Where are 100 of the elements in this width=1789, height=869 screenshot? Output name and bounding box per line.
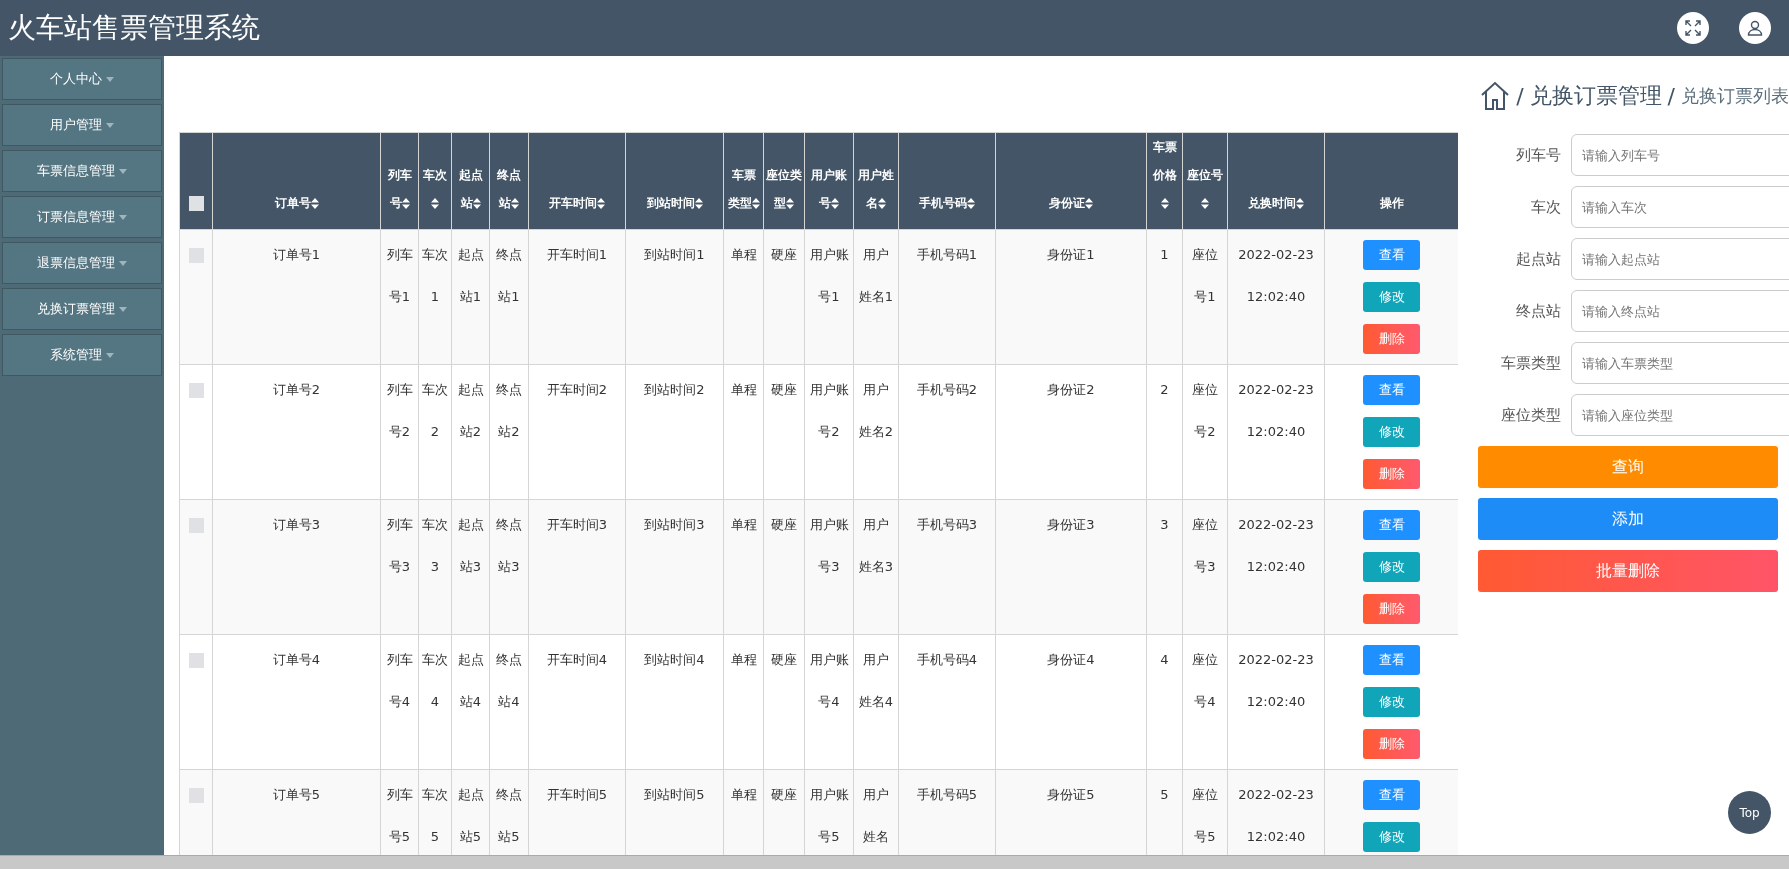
user-button[interactable] bbox=[1739, 12, 1771, 44]
table-cell: 用户姓名2 bbox=[853, 364, 899, 500]
sidebar-item[interactable]: 兑换订票管理 bbox=[2, 288, 162, 330]
table-cell: 订单号1 bbox=[212, 229, 381, 365]
search-field[interactable]: 请输入座位类型 bbox=[1571, 394, 1789, 436]
column-header[interactable]: 用户账号 bbox=[804, 132, 854, 230]
caret-icon bbox=[106, 122, 114, 128]
delete-button[interactable]: 批量删除 bbox=[1478, 550, 1778, 592]
column-header[interactable]: 用户姓名 bbox=[853, 132, 899, 230]
table-cell: 单程 bbox=[723, 364, 764, 500]
search-field[interactable]: 请输入车次 bbox=[1571, 186, 1789, 228]
table-cell: 身份证1 bbox=[995, 229, 1147, 365]
field-label: 车票类型 bbox=[1500, 353, 1561, 373]
column-header[interactable]: 终点站 bbox=[489, 132, 529, 230]
column-header[interactable]: 兑换时间 bbox=[1227, 132, 1325, 230]
table-cell: 身份证4 bbox=[995, 634, 1147, 770]
view-button[interactable]: 查看 bbox=[1363, 375, 1420, 405]
table-cell: 到站时间2 bbox=[625, 364, 724, 500]
sidebar-item[interactable]: 车票信息管理 bbox=[2, 150, 162, 192]
sidebar-item[interactable]: 订票信息管理 bbox=[2, 196, 162, 238]
edit-button[interactable]: 修改 bbox=[1363, 687, 1420, 717]
table-cell: 座位号3 bbox=[1182, 499, 1228, 635]
row-checkbox[interactable] bbox=[188, 518, 204, 533]
sidebar-item[interactable]: 退票信息管理 bbox=[2, 242, 162, 284]
home-icon[interactable] bbox=[1480, 81, 1511, 111]
delete-button[interactable]: 删除 bbox=[1363, 459, 1420, 489]
column-header[interactable]: 身份证 bbox=[995, 132, 1147, 230]
table-cell: 车次4 bbox=[418, 634, 452, 770]
table-cell: 硬座 bbox=[763, 499, 805, 635]
table-cell: 列车号1 bbox=[380, 229, 419, 365]
horizontal-scrollbar[interactable] bbox=[0, 855, 1789, 869]
table-cell: 订单号3 bbox=[212, 499, 381, 635]
table-cell: 单程 bbox=[723, 229, 764, 365]
row-checkbox[interactable] bbox=[188, 653, 204, 668]
view-button[interactable]: 查看 bbox=[1363, 240, 1420, 270]
search-field[interactable]: 请输入车票类型 bbox=[1571, 342, 1789, 384]
select-all-checkbox[interactable] bbox=[188, 196, 204, 211]
column-header[interactable]: 列车号 bbox=[380, 132, 419, 230]
table-cell: 起点站1 bbox=[451, 229, 490, 365]
table-cell: 2022-02-23 12:02:40 bbox=[1227, 364, 1325, 500]
search-field[interactable]: 请输入列车号 bbox=[1571, 134, 1789, 176]
column-header[interactable]: 车票类型 bbox=[723, 132, 764, 230]
column-header[interactable]: 车票价格 bbox=[1146, 132, 1183, 230]
user-icon bbox=[1747, 20, 1763, 36]
search-field[interactable]: 请输入起点站 bbox=[1571, 238, 1789, 280]
sidebar-item[interactable]: 用户管理 bbox=[2, 104, 162, 146]
column-header[interactable]: 座位类型 bbox=[763, 132, 805, 230]
edit-button[interactable]: 修改 bbox=[1363, 822, 1420, 852]
table-cell: 起点站2 bbox=[451, 364, 490, 500]
sort-icon bbox=[967, 198, 975, 209]
row-checkbox[interactable] bbox=[188, 383, 204, 398]
column-header[interactable]: 开车时间 bbox=[528, 132, 626, 230]
field-label: 终点站 bbox=[1515, 301, 1561, 321]
column-header[interactable]: 订单号 bbox=[212, 132, 381, 230]
table-cell: 订单号4 bbox=[212, 634, 381, 770]
column-header[interactable]: 到站时间 bbox=[625, 132, 724, 230]
view-button[interactable]: 查看 bbox=[1363, 510, 1420, 540]
column-header[interactable]: 座位号 bbox=[1182, 132, 1228, 230]
column-header[interactable]: 起点站 bbox=[451, 132, 490, 230]
edit-button[interactable]: 修改 bbox=[1363, 552, 1420, 582]
table-cell: 终点站3 bbox=[489, 499, 529, 635]
row-checkbox[interactable] bbox=[188, 248, 204, 263]
field-label: 起点站 bbox=[1515, 249, 1561, 269]
table-cell: 用户账号2 bbox=[804, 364, 854, 500]
fullscreen-button[interactable] bbox=[1677, 12, 1709, 44]
view-button[interactable]: 查看 bbox=[1363, 780, 1420, 810]
sort-icon bbox=[1296, 198, 1304, 209]
edit-button[interactable]: 修改 bbox=[1363, 282, 1420, 312]
sort-icon bbox=[431, 198, 439, 209]
sort-icon bbox=[831, 198, 839, 209]
table-cell: 车次2 bbox=[418, 364, 452, 500]
sidebar-item[interactable]: 个人中心 bbox=[2, 58, 162, 100]
table-cell: 开车时间4 bbox=[528, 634, 626, 770]
table-cell: 2022-02-23 12:02:40 bbox=[1227, 499, 1325, 635]
add-button[interactable]: 添加 bbox=[1478, 498, 1778, 540]
field-label: 座位类型 bbox=[1500, 405, 1561, 425]
breadcrumb-current: 兑换订票列表 bbox=[1681, 84, 1789, 108]
view-button[interactable]: 查看 bbox=[1363, 645, 1420, 675]
column-header[interactable]: 车次 bbox=[418, 132, 452, 230]
column-header[interactable]: 手机号码 bbox=[898, 132, 996, 230]
back-to-top-button[interactable]: Top bbox=[1728, 791, 1771, 834]
sort-icon bbox=[1201, 198, 1209, 209]
row-checkbox[interactable] bbox=[188, 788, 204, 803]
sidebar-item[interactable]: 系统管理 bbox=[2, 334, 162, 376]
table-cell: 单程 bbox=[723, 634, 764, 770]
breadcrumb-separator: / bbox=[1516, 83, 1524, 109]
edit-button[interactable]: 修改 bbox=[1363, 417, 1420, 447]
search-field[interactable]: 请输入终点站 bbox=[1571, 290, 1789, 332]
breadcrumb-link[interactable]: 兑换订票管理 bbox=[1529, 81, 1662, 111]
table-cell: 身份证3 bbox=[995, 499, 1147, 635]
table-cell: 到站时间4 bbox=[625, 634, 724, 770]
table-cell: 座位号1 bbox=[1182, 229, 1228, 365]
column-header: 操作 bbox=[1324, 132, 1458, 230]
table-cell: 4 bbox=[1146, 634, 1183, 770]
field-label: 列车号 bbox=[1515, 145, 1561, 165]
delete-button[interactable]: 删除 bbox=[1363, 594, 1420, 624]
delete-button[interactable]: 删除 bbox=[1363, 324, 1420, 354]
table-cell: 列车号3 bbox=[380, 499, 419, 635]
delete-button[interactable]: 删除 bbox=[1363, 729, 1420, 759]
fullscreen-icon bbox=[1685, 20, 1701, 36]
